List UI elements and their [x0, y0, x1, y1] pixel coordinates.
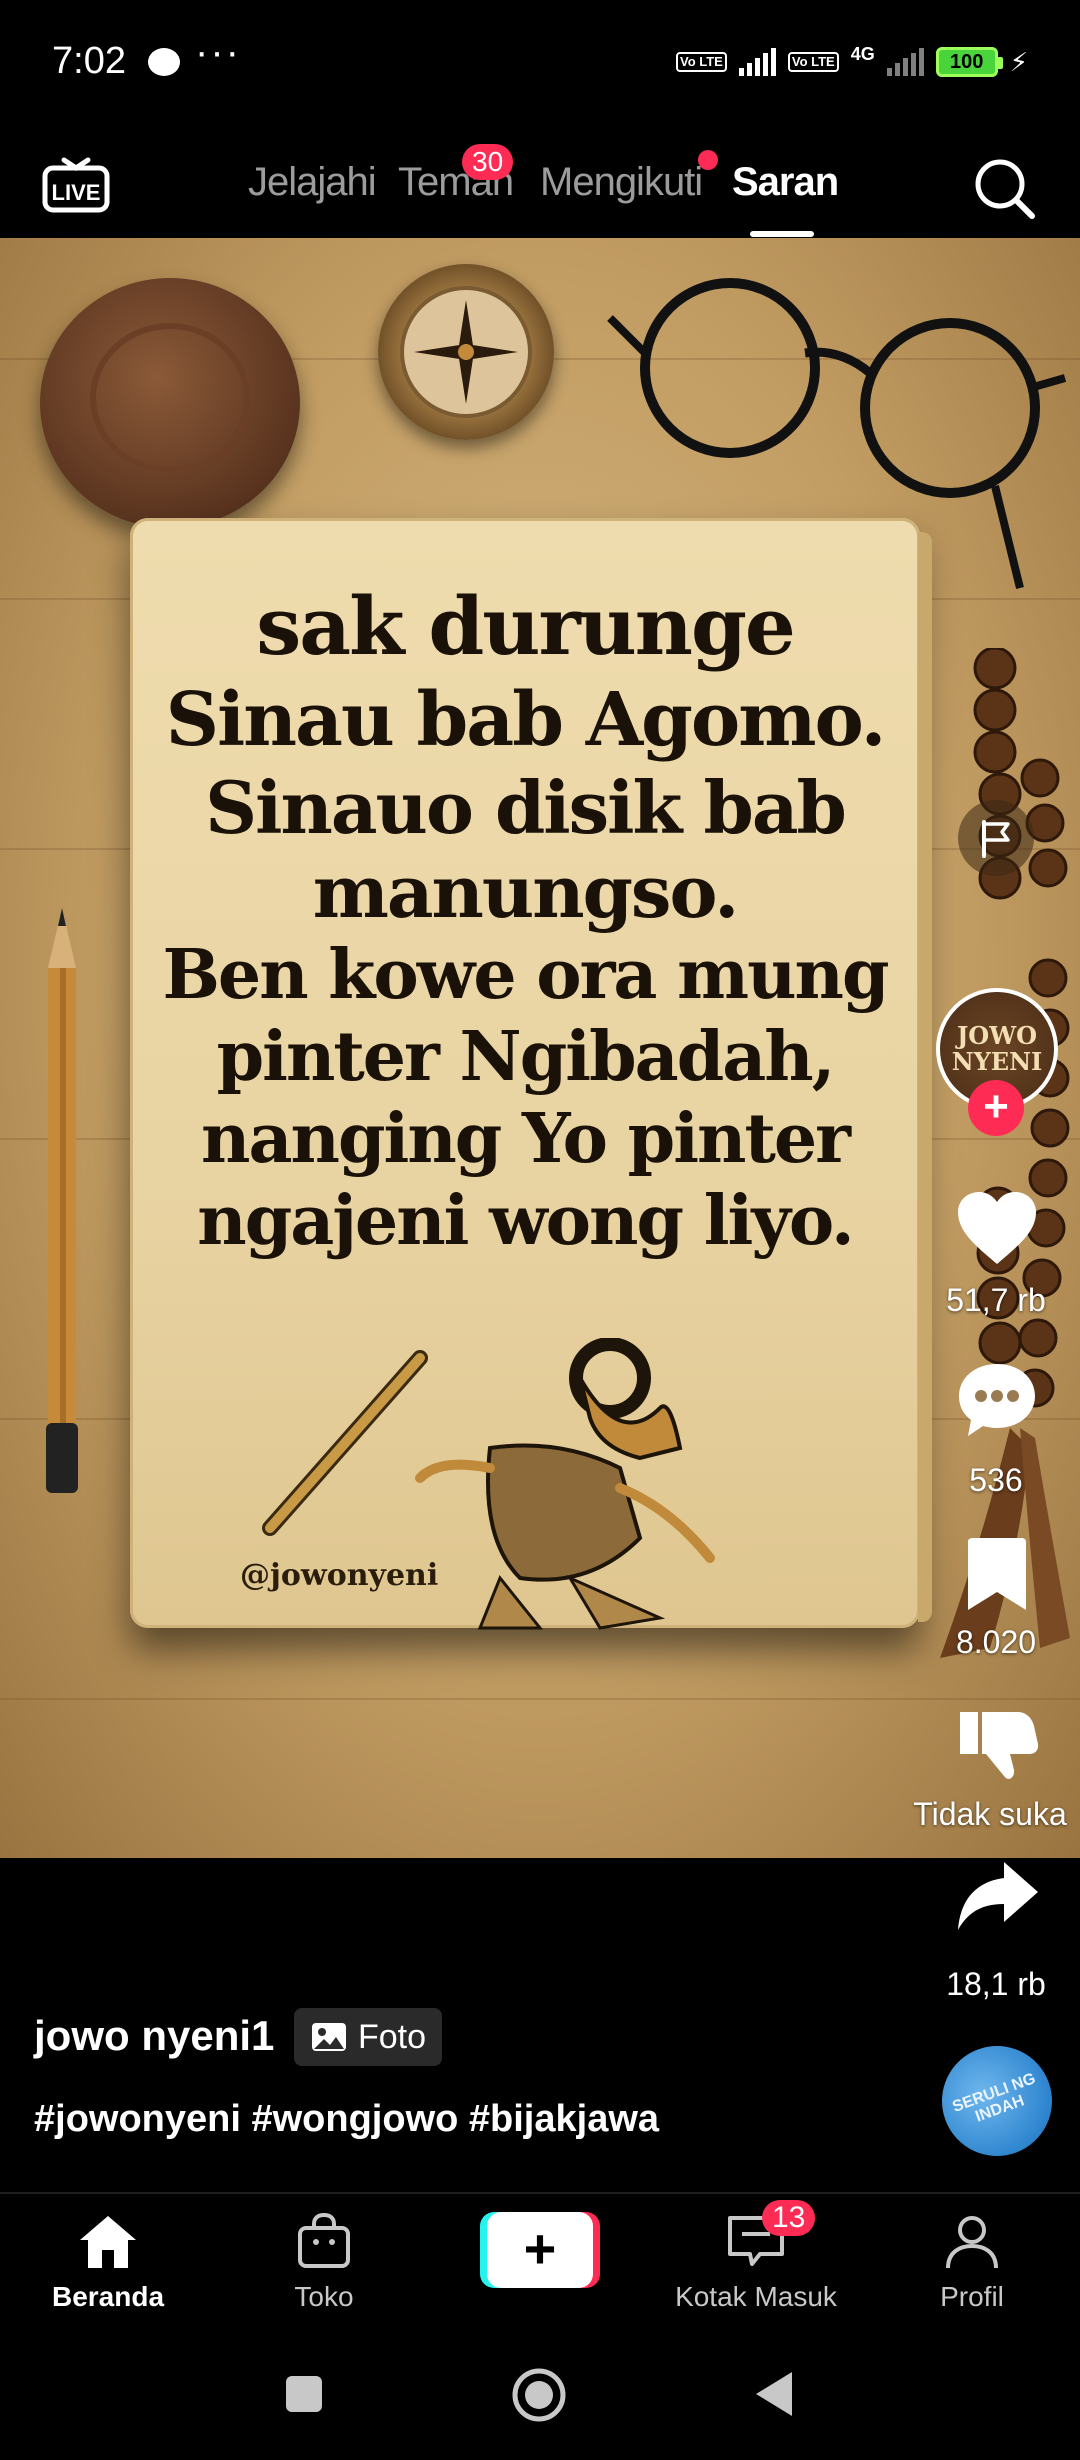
- creator-username[interactable]: jowo nyeni1: [34, 2012, 274, 2060]
- notebook-card: sak durunge Sinau bab Agomo. Sinauo disi…: [130, 518, 932, 1630]
- music-disc-text: SERULI NG INDAH: [950, 2070, 1038, 2126]
- save-count: 8.020: [955, 1624, 1037, 1660]
- photo-type-label: Foto: [358, 2017, 427, 2056]
- quote-text: sak durunge Sinau bab Agomo. Sinauo disi…: [130, 578, 920, 1262]
- tab-saran[interactable]: Saran: [732, 160, 839, 205]
- battery-icon: 100: [935, 47, 1003, 77]
- quote-line: pinter Ngibadah,: [216, 1017, 836, 1097]
- create-post-button[interactable]: +: [480, 2212, 600, 2288]
- top-navigation: LIVE Jelajahi Teman 30 Mengikuti Saran: [0, 130, 1080, 238]
- quote-line: Sinau bab Agomo.: [165, 677, 887, 763]
- photo-type-badge[interactable]: Foto: [294, 2008, 443, 2066]
- shopping-bag-icon: [298, 2212, 350, 2268]
- nav-kotak-masuk-label: Kotak Masuk: [675, 2281, 837, 2312]
- quote-line: Sinauo disik bab: [205, 765, 847, 850]
- wooden-box-decoration: [40, 278, 300, 528]
- home-icon: [80, 2216, 136, 2268]
- bookmark-icon[interactable]: [964, 1536, 1030, 1612]
- music-disc[interactable]: SERULI NG INDAH: [926, 2030, 1068, 2172]
- chat-notification-icon: [148, 48, 180, 76]
- image-icon: [312, 2023, 346, 2051]
- status-bar: 7:02 ··· Vo LTE Vo LTE 4G 100 ⚡: [0, 0, 1080, 130]
- like-count: 51,7 rb: [946, 1282, 1046, 1318]
- avatar-text-line1: JOWO: [956, 1021, 1038, 1050]
- quote-line: nanging Yo pinter: [201, 1099, 851, 1179]
- signal-icon: [738, 48, 776, 76]
- heart-icon[interactable]: [956, 1190, 1038, 1266]
- quote-line: ngajeni wong liyo.: [197, 1181, 854, 1261]
- nav-profil[interactable]: Profil: [872, 2212, 1072, 2313]
- nav-profil-label: Profil: [940, 2281, 1004, 2312]
- network-type: 4G: [850, 43, 875, 64]
- dislike-label: Tidak suka: [913, 1796, 1067, 1832]
- compass-decoration: [378, 264, 554, 440]
- search-icon[interactable]: [972, 156, 1036, 220]
- status-time: 7:02: [52, 40, 126, 82]
- bottom-navigation: Beranda Toko + Kotak Masuk 13 Profil: [0, 2194, 1080, 2344]
- comment-count: 536: [969, 1462, 1023, 1498]
- nav-beranda-label: Beranda: [51, 2281, 165, 2312]
- nav-toko[interactable]: Toko: [224, 2212, 424, 2313]
- post-image[interactable]: sak durunge Sinau bab Agomo. Sinauo disi…: [0, 238, 1080, 1858]
- nav-kotak-masuk[interactable]: Kotak Masuk: [656, 2212, 856, 2313]
- tab-jelajahi[interactable]: Jelajahi: [248, 160, 377, 205]
- follow-button[interactable]: +: [968, 1080, 1024, 1136]
- watermark-handle: @jowonyeni: [240, 1558, 439, 1593]
- plus-icon: +: [487, 2212, 593, 2288]
- avatar-text-line2: NYENI: [951, 1047, 1043, 1076]
- mengikuti-dot: [698, 150, 718, 170]
- caption-hashtags[interactable]: #jowonyeni #wongjowo #bijakjawa: [34, 2098, 659, 2141]
- pencil-decoration: [46, 908, 78, 1493]
- profile-icon: [946, 2216, 998, 2269]
- share-icon[interactable]: [956, 1858, 1040, 1932]
- status-icons: Vo LTE Vo LTE 4G 100 ⚡: [676, 44, 1028, 80]
- quote-line: manungso.: [312, 849, 740, 934]
- back-icon[interactable]: [752, 2370, 794, 2418]
- share-count: 18,1 rb: [946, 1966, 1046, 2002]
- inbox-badge: 13: [762, 2200, 816, 2236]
- report-flag-button[interactable]: [958, 800, 1034, 876]
- quote-line: Ben kowe ora mung: [162, 935, 889, 1015]
- volte-icon: Vo LTE: [676, 52, 727, 72]
- nav-toko-label: Toko: [294, 2281, 354, 2312]
- tab-mengikuti[interactable]: Mengikuti: [540, 160, 703, 205]
- quote-line: sak durunge: [256, 579, 796, 673]
- more-notifications-indicator: ···: [195, 30, 241, 74]
- home-button-icon[interactable]: [510, 2366, 568, 2424]
- system-navigation-bar: [0, 2344, 1080, 2460]
- recents-icon[interactable]: [284, 2374, 324, 2414]
- comment-icon[interactable]: [956, 1360, 1038, 1440]
- teman-badge: 30: [462, 144, 514, 180]
- flag-icon: [982, 820, 1010, 858]
- charging-icon: ⚡: [1009, 46, 1028, 77]
- dislike-icon[interactable]: [956, 1704, 1040, 1784]
- svg-text:LIVE: LIVE: [52, 180, 101, 205]
- live-icon[interactable]: LIVE: [42, 156, 110, 214]
- wayang-illustration: [262, 1338, 715, 1630]
- signal-icon-2: [886, 48, 924, 76]
- volte-icon-2: Vo LTE: [787, 52, 839, 72]
- active-tab-indicator: [750, 231, 814, 237]
- nav-beranda[interactable]: Beranda: [8, 2212, 208, 2313]
